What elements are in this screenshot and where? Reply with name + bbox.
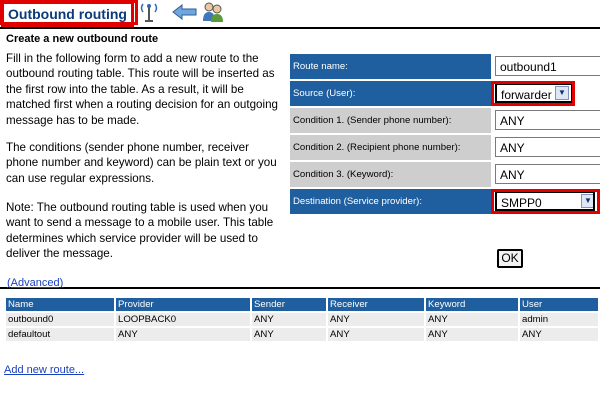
source-row: Source (User): forwarder ▼ [290, 81, 600, 106]
cell-keyword: ANY [426, 313, 518, 326]
column-header: Sender [252, 298, 326, 311]
table-row[interactable]: outbound0 LOOPBACK0 ANY ANY ANY admin [6, 313, 598, 326]
condition-1-label: Condition 1. (Sender phone number): [290, 108, 491, 133]
cell-name: defaultout [6, 328, 114, 341]
ok-button[interactable]: OK [497, 249, 523, 268]
table-row[interactable]: defaultout ANY ANY ANY ANY ANY [6, 328, 598, 341]
description-paragraph-3: Note: The outbound routing table is used… [6, 201, 274, 261]
cell-sender: ANY [252, 313, 326, 326]
cell-receiver: ANY [328, 313, 424, 326]
description-paragraph-1: Fill in the following form to add a new … [6, 52, 278, 127]
condition-2-input[interactable]: ANY [495, 137, 600, 157]
condition-3-label: Condition 3. (Keyword): [290, 162, 491, 187]
condition-3-row: Condition 3. (Keyword): ANY [290, 162, 600, 187]
table-header-row: Name Provider Sender Receiver Keyword Us… [6, 298, 598, 311]
cell-keyword: ANY [426, 328, 518, 341]
cell-user: admin [520, 313, 598, 326]
source-select[interactable]: forwarder ▼ [495, 83, 573, 103]
route-name-input[interactable]: outbound1 [495, 56, 600, 76]
back-arrow-icon[interactable] [172, 3, 198, 25]
page-title: Outbound routing [1, 1, 134, 27]
column-header: Receiver [328, 298, 424, 311]
users-icon[interactable] [202, 2, 224, 27]
chevron-down-icon[interactable]: ▼ [581, 194, 593, 208]
cell-receiver: ANY [328, 328, 424, 341]
cell-provider: ANY [116, 328, 250, 341]
source-label: Source (User): [290, 81, 491, 106]
chevron-down-icon[interactable]: ▼ [555, 86, 569, 100]
destination-row: Destination (Service provider): SMPP0 ▼ [290, 189, 600, 214]
antenna-icon[interactable] [138, 2, 160, 27]
route-name-row: Route name: outbound1 [290, 54, 600, 79]
condition-2-row: Condition 2. (Recipient phone number): A… [290, 135, 600, 160]
condition-1-row: Condition 1. (Sender phone number): ANY [290, 108, 600, 133]
cell-sender: ANY [252, 328, 326, 341]
condition-1-input[interactable]: ANY [495, 110, 600, 130]
column-header: Name [6, 298, 114, 311]
route-name-label: Route name: [290, 54, 491, 79]
advanced-link[interactable]: (Advanced) [7, 277, 63, 289]
condition-2-label: Condition 2. (Recipient phone number): [290, 135, 491, 160]
destination-select-value: SMPP0 [501, 196, 542, 210]
add-new-route-link[interactable]: Add new route... [4, 364, 84, 376]
column-header: Provider [116, 298, 250, 311]
source-select-value: forwarder [501, 88, 552, 102]
condition-3-input[interactable]: ANY [495, 164, 600, 184]
cell-user: ANY [520, 328, 598, 341]
column-header: User [520, 298, 598, 311]
cell-name: outbound0 [6, 313, 114, 326]
description-paragraph-2: The conditions (sender phone number, rec… [6, 141, 277, 185]
outbound-routing-table: Name Provider Sender Receiver Keyword Us… [4, 296, 600, 343]
destination-label: Destination (Service provider): [290, 189, 491, 214]
top-bar: Outbound routing [0, 0, 600, 27]
destination-select[interactable]: SMPP0 ▼ [495, 191, 595, 211]
panel-heading: Create a new outbound route [6, 33, 159, 45]
column-header: Keyword [426, 298, 518, 311]
create-route-panel: Create a new outbound route Fill in the … [0, 27, 600, 289]
cell-provider: LOOPBACK0 [116, 313, 250, 326]
